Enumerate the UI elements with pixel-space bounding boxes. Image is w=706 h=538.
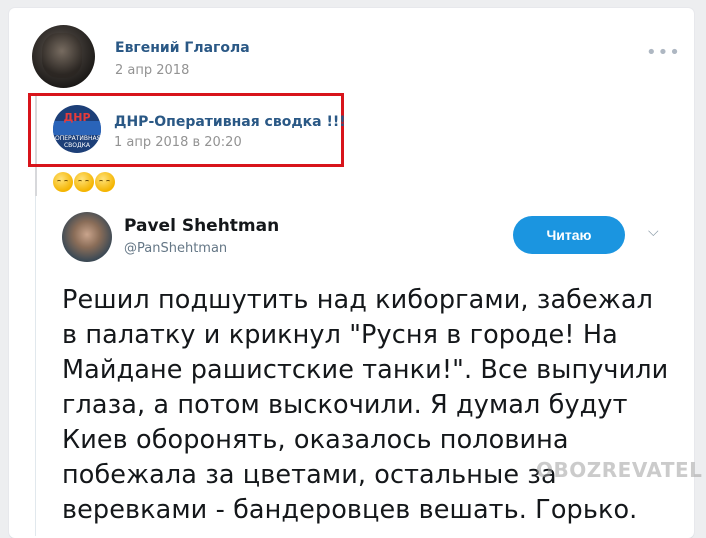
source-date[interactable]: 1 апр 2018 в 20:20 bbox=[114, 135, 242, 150]
tweet-author-avatar[interactable] bbox=[62, 212, 112, 262]
embedded-tweet: Pavel Shehtman @PanShehtman Читаю ⌵ Реши… bbox=[35, 196, 702, 536]
tweet-author-handle[interactable]: @PanShehtman bbox=[124, 241, 227, 256]
source-avatar[interactable]: ДНР ОПЕРАТИВНАЯ СВОДКА bbox=[53, 105, 101, 153]
watermark: OBOZREVATEL bbox=[536, 458, 703, 482]
tweet-line: Майдане рашистские танки!". Все выпучили bbox=[62, 355, 669, 385]
follow-button[interactable]: Читаю bbox=[513, 216, 625, 254]
relieved-face-emoji-icon bbox=[95, 172, 115, 192]
source-name-link[interactable]: ДНР-Оперативная сводка !!! bbox=[114, 114, 346, 130]
avatar-logo-text: ДНР bbox=[63, 111, 91, 124]
more-options-icon[interactable]: ••• bbox=[646, 42, 681, 63]
relieved-face-emoji-icon bbox=[53, 172, 73, 192]
post-date[interactable]: 2 апр 2018 bbox=[115, 63, 189, 78]
relieved-face-emoji-icon bbox=[74, 172, 94, 192]
chevron-down-icon[interactable]: ⌵ bbox=[648, 224, 659, 240]
tweet-line: Решил подшутить над киборгами, забежал bbox=[62, 285, 653, 315]
tweet-line: в палатку и крикнул "Русня в городе! На bbox=[62, 320, 618, 350]
avatar-photo bbox=[42, 33, 82, 78]
author-avatar[interactable] bbox=[32, 25, 95, 88]
author-name-link[interactable]: Евгений Глагола bbox=[115, 40, 250, 56]
emoji-row bbox=[53, 172, 115, 192]
avatar-logo-subtext: ОПЕРАТИВНАЯ СВОДКА bbox=[55, 135, 101, 149]
tweet-line: Киев оборонять, оказалось половина bbox=[62, 425, 569, 455]
tweet-text: Решил подшутить над киборгами, забежал в… bbox=[62, 283, 682, 528]
tweet-line: глаза, а потом выскочили. Я думал будут bbox=[62, 390, 628, 420]
tweet-author-name[interactable]: Pavel Shehtman bbox=[124, 216, 279, 236]
tweet-line: веревками - бандеровцев вешать. Горько. bbox=[62, 495, 638, 525]
